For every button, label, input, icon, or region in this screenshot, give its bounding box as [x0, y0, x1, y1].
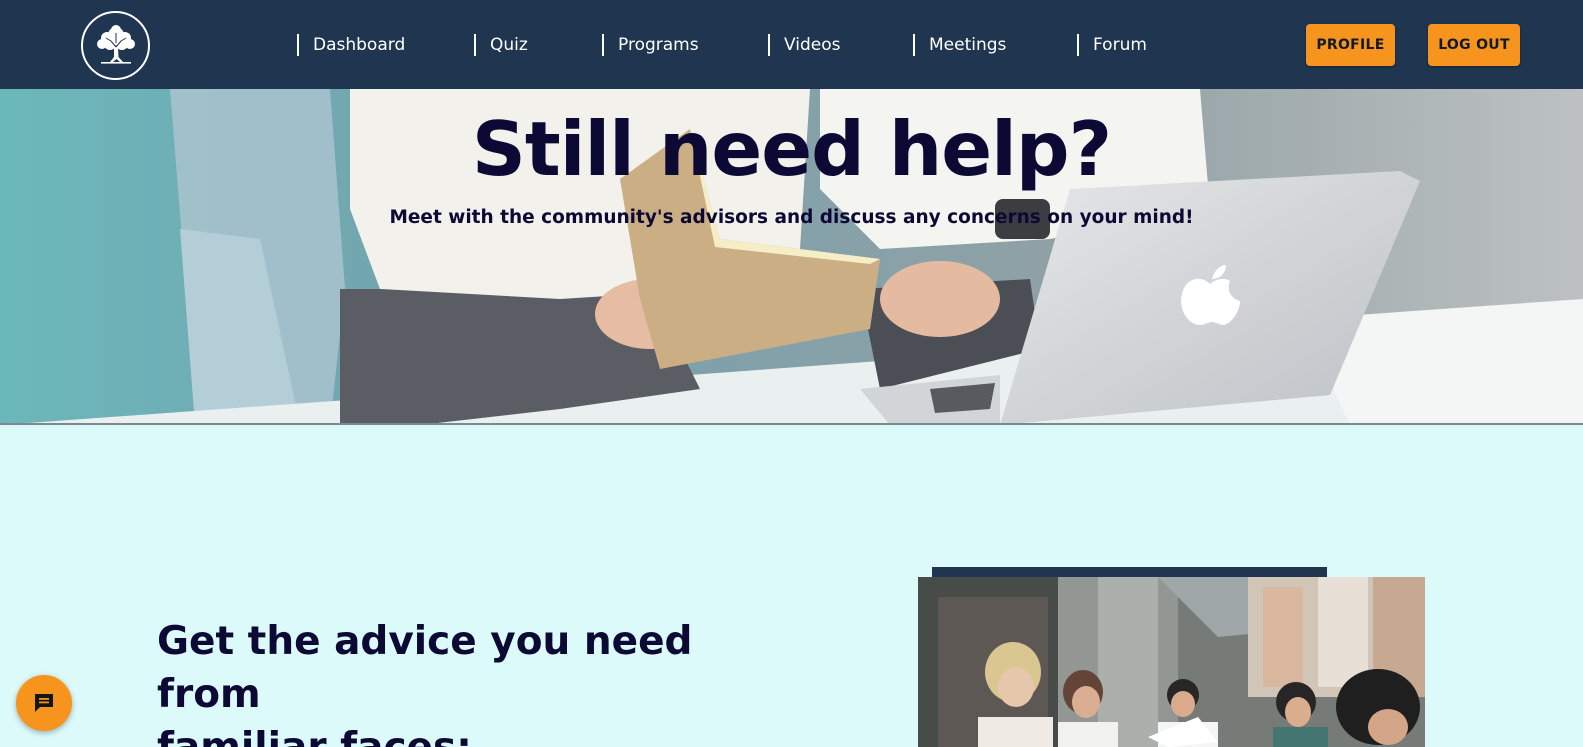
hero-title: Still need help?	[471, 105, 1112, 193]
tree-logo-icon[interactable]	[81, 11, 150, 80]
nav-divider	[297, 34, 299, 56]
section-heading-line: familiar faces:	[157, 721, 777, 747]
section-heading: Get the advice you need from familiar fa…	[157, 615, 777, 747]
nav-item-programs[interactable]: Programs	[602, 33, 699, 57]
nav-divider	[602, 34, 604, 56]
logout-button[interactable]: LOG OUT	[1428, 24, 1520, 66]
hero-subtitle: Meet with the community's advisors and d…	[389, 207, 1194, 228]
profile-button[interactable]: PROFILE	[1306, 24, 1395, 66]
nav-divider	[474, 34, 476, 56]
chat-bubble-icon	[35, 694, 53, 712]
advisors-photo	[918, 577, 1425, 747]
advisors-photo-image	[918, 577, 1425, 747]
nav-label: Quiz	[490, 35, 528, 55]
nav-label: Videos	[784, 35, 841, 55]
top-navbar: Dashboard Quiz Programs Videos Meetings …	[0, 0, 1583, 89]
nav-label: Dashboard	[313, 35, 406, 55]
nav-divider	[768, 34, 770, 56]
nav-label: Forum	[1093, 35, 1147, 55]
nav-divider	[913, 34, 915, 56]
hero-banner: Still need help? Meet with the community…	[0, 89, 1583, 425]
nav-item-forum[interactable]: Forum	[1077, 33, 1147, 57]
nav-label: Programs	[618, 35, 699, 55]
nav-item-videos[interactable]: Videos	[768, 33, 841, 57]
nav-item-meetings[interactable]: Meetings	[913, 33, 1006, 57]
section-heading-line: Get the advice you need from	[157, 619, 693, 717]
nav-label: Meetings	[929, 35, 1007, 55]
chat-button[interactable]	[16, 675, 72, 731]
nav-divider	[1077, 34, 1079, 56]
nav-item-quiz[interactable]: Quiz	[474, 33, 528, 57]
nav-item-dashboard[interactable]: Dashboard	[297, 33, 405, 57]
